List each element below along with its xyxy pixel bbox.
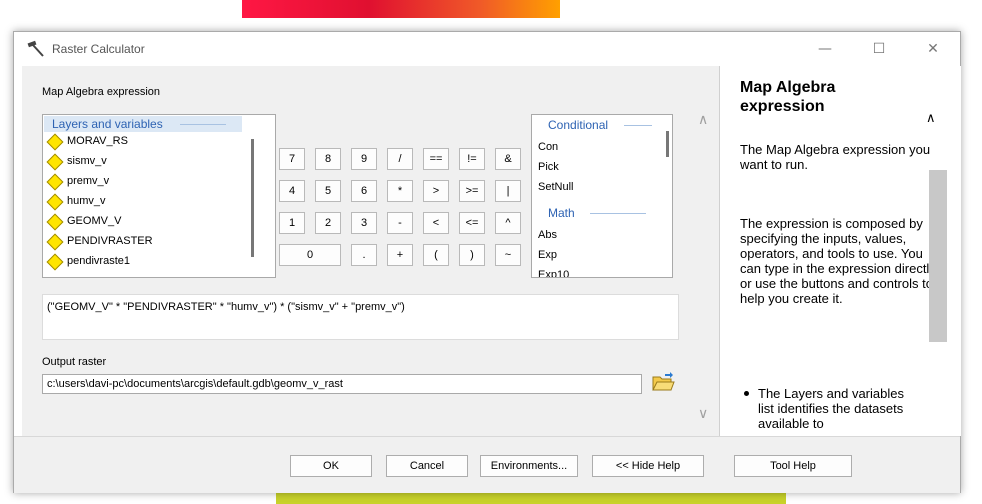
key-9[interactable]: 9 (351, 148, 377, 170)
layer-name: pendivraste1 (67, 255, 130, 267)
raster-layer-icon (46, 193, 64, 211)
key-not[interactable]: ~ (495, 244, 521, 266)
header-divider (590, 213, 646, 214)
key-minus[interactable]: - (387, 212, 413, 234)
tool-item[interactable]: Abs (538, 229, 557, 241)
map-algebra-label: Map Algebra expression (42, 86, 161, 98)
layer-name: humv_v (67, 195, 106, 207)
tool-item[interactable]: Exp10 (538, 269, 569, 277)
layer-name: MORAV_RS (67, 135, 128, 147)
math-header: Math (532, 205, 662, 221)
key-divide[interactable]: / (387, 148, 413, 170)
help-scroll-up-icon[interactable]: ∧ (926, 111, 936, 126)
bullet-dot (744, 391, 749, 396)
layer-name: GEOMV_V (67, 215, 122, 227)
minimize-button[interactable]: — (802, 32, 848, 66)
layers-and-variables-list[interactable]: Layers and variables MORAV_RS sismv_v pr… (42, 114, 276, 278)
chevron-down-icon[interactable]: ∨ (698, 406, 708, 422)
layer-name: premv_v (67, 175, 110, 187)
key-greater-equal[interactable]: >= (459, 180, 485, 202)
output-raster-value: c:\users\davi-pc\documents\arcgis\defaul… (47, 378, 343, 390)
key-or[interactable]: | (495, 180, 521, 202)
tool-item[interactable]: Con (538, 141, 558, 153)
key-8[interactable]: 8 (315, 148, 341, 170)
window-title: Raster Calculator (52, 42, 145, 56)
key-2[interactable]: 2 (315, 212, 341, 234)
raster-layer-icon (46, 233, 64, 251)
open-folder-icon (650, 372, 676, 397)
cancel-button[interactable]: Cancel (386, 455, 468, 477)
tool-item[interactable]: Exp (538, 249, 557, 261)
key-6[interactable]: 6 (351, 180, 377, 202)
key-decimal[interactable]: . (351, 244, 377, 266)
key-open-paren[interactable]: ( (423, 244, 449, 266)
key-plus[interactable]: + (387, 244, 413, 266)
raster-layer-icon (46, 253, 64, 271)
layers-header-label: Layers and variables (52, 117, 163, 131)
tools-scrollbar[interactable] (666, 131, 669, 157)
math-header-label: Math (548, 206, 575, 220)
tool-help-button[interactable]: Tool Help (734, 455, 852, 477)
conditional-header: Conditional (532, 117, 662, 133)
key-xor[interactable]: ^ (495, 212, 521, 234)
help-bullet-item: The Layers and variables list identifies… (744, 386, 918, 431)
layer-name: PENDIVRASTER (67, 235, 153, 247)
chevron-up-icon[interactable]: ∧ (698, 112, 708, 128)
maximize-button[interactable]: ☐ (856, 32, 902, 66)
key-0[interactable]: 0 (279, 244, 341, 266)
background-map-strip-top (242, 0, 560, 18)
conditional-header-label: Conditional (548, 118, 609, 132)
dialog-button-bar: OK Cancel Environments... << Hide Help T… (14, 436, 960, 493)
hammer-icon (26, 40, 46, 58)
raster-layer-icon (46, 153, 64, 171)
key-greater[interactable]: > (423, 180, 449, 202)
help-bullet-text: The Layers and variables list identifies… (758, 386, 904, 431)
layer-name: sismv_v (67, 155, 107, 167)
help-scrollbar-thumb[interactable] (929, 170, 947, 342)
help-paragraph: The Map Algebra expression you want to r… (740, 142, 931, 172)
close-button[interactable]: ✕ (910, 32, 956, 66)
key-and[interactable]: & (495, 148, 521, 170)
environments-button[interactable]: Environments... (480, 455, 578, 477)
expression-text: ("GEOMV_V" * "PENDIVRASTER" * "humv_v") … (47, 301, 405, 313)
output-raster-label: Output raster (42, 356, 107, 368)
layers-scrollbar[interactable] (251, 139, 254, 257)
key-1[interactable]: 1 (279, 212, 305, 234)
help-panel: Map Algebra expression The Map Algebra e… (719, 66, 961, 436)
raster-calculator-dialog: Raster Calculator — ☐ ✕ Map Algebra expr… (13, 31, 961, 493)
key-7[interactable]: 7 (279, 148, 305, 170)
key-5[interactable]: 5 (315, 180, 341, 202)
browse-button[interactable] (650, 370, 676, 394)
key-not-equal[interactable]: != (459, 148, 485, 170)
header-divider (624, 125, 652, 126)
tools-list[interactable]: Conditional Con Pick SetNull Math Abs Ex… (531, 114, 673, 278)
dialog-body: Map Algebra expression Layers and variab… (14, 66, 961, 493)
parameters-panel: Map Algebra expression Layers and variab… (22, 66, 719, 436)
key-less[interactable]: < (423, 212, 449, 234)
output-raster-input[interactable]: c:\users\davi-pc\documents\arcgis\defaul… (42, 374, 642, 394)
hide-help-button[interactable]: << Hide Help (592, 455, 704, 477)
help-paragraph: The expression is composed by specifying… (740, 216, 936, 306)
tool-item[interactable]: Pick (538, 161, 559, 173)
title-bar: Raster Calculator — ☐ ✕ (14, 32, 960, 66)
header-divider (180, 124, 226, 125)
key-4[interactable]: 4 (279, 180, 305, 202)
key-less-equal[interactable]: <= (459, 212, 485, 234)
ok-button[interactable]: OK (290, 455, 372, 477)
raster-layer-icon (46, 213, 64, 231)
key-close-paren[interactable]: ) (459, 244, 485, 266)
tool-item[interactable]: SetNull (538, 181, 573, 193)
raster-layer-icon (46, 133, 64, 151)
raster-layer-icon (46, 173, 64, 191)
key-multiply[interactable]: * (387, 180, 413, 202)
help-title: Map Algebra expression (740, 79, 836, 115)
expression-textbox[interactable]: ("GEOMV_V" * "PENDIVRASTER" * "humv_v") … (42, 294, 679, 340)
layers-header: Layers and variables (44, 116, 242, 132)
key-3[interactable]: 3 (351, 212, 377, 234)
key-equal[interactable]: == (423, 148, 449, 170)
